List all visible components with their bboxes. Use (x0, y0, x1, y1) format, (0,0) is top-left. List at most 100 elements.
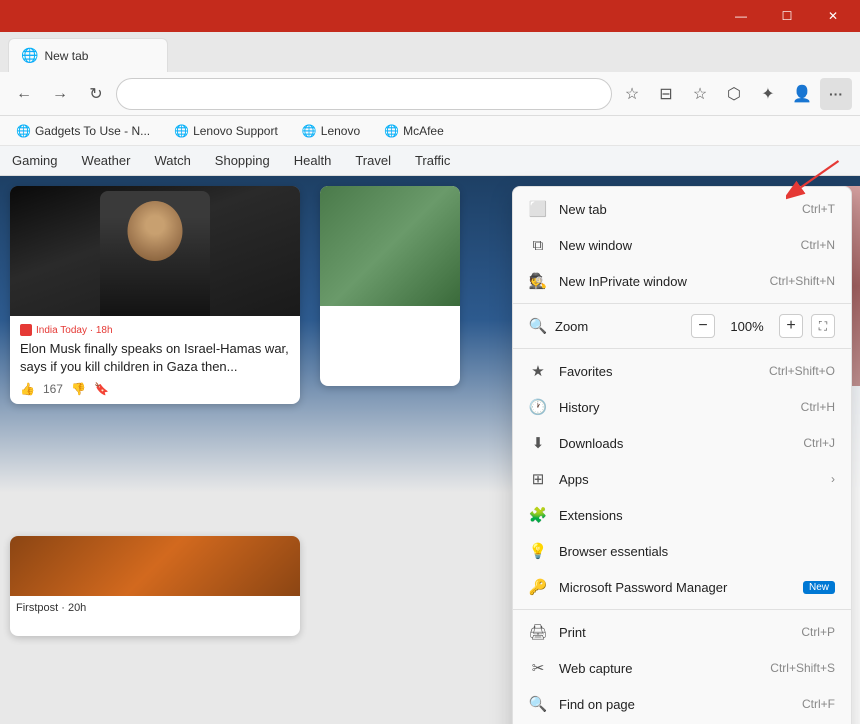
dropdown-menu: ⬜ New tab Ctrl+T ⧉ New window Ctrl+N 🕵 N… (512, 186, 852, 724)
menu-item-browser-essentials[interactable]: 💡 Browser essentials (513, 533, 851, 569)
like-icon: 👍 (20, 382, 35, 396)
bookmark-lenovo-support[interactable]: 🌐 Lenovo Support (166, 121, 286, 141)
menu-item-web-capture[interactable]: ✂ Web capture Ctrl+Shift+S (513, 650, 851, 686)
nav-travel[interactable]: Travel (353, 149, 393, 172)
shortcut-print: Ctrl+P (801, 625, 835, 639)
shortcut-new-tab: Ctrl+T (802, 202, 835, 216)
menu-item-inprivate[interactable]: 🕵 New InPrivate window Ctrl+Shift+N (513, 263, 851, 299)
nav-shopping[interactable]: Shopping (213, 149, 272, 172)
split-button[interactable]: ⊟ (650, 78, 682, 110)
side-card-body (320, 306, 460, 318)
new-badge: New (803, 581, 835, 594)
apps-arrow: › (831, 472, 835, 486)
news-nav: Gaming Weather Watch Shopping Health Tra… (0, 146, 860, 176)
menu-item-favorites[interactable]: ★ Favorites Ctrl+Shift+O (513, 353, 851, 389)
menu-item-password-manager[interactable]: 🔑 Microsoft Password Manager New (513, 569, 851, 605)
news-card-bottom[interactable]: Firstpost · 20h (10, 536, 300, 636)
zoom-value: 100% (723, 319, 771, 334)
divider-1 (513, 303, 851, 304)
divider-3 (513, 609, 851, 610)
menu-item-find[interactable]: 🔍 Find on page Ctrl+F (513, 686, 851, 722)
news-source: India Today · 18h (20, 324, 290, 336)
bookmark-icon: 🌐 (302, 124, 317, 138)
zoom-increase-button[interactable]: + (779, 314, 803, 338)
menu-label-print: Print (559, 625, 789, 640)
toolbar: ← → ↻ ☆ ⊟ ☆ ⬡ ✦ 👤 ··· (0, 72, 860, 116)
menu-label-web-capture: Web capture (559, 661, 758, 676)
bookmark-label: McAfee (403, 124, 444, 138)
shortcut-favorites: Ctrl+Shift+O (769, 364, 835, 378)
web-capture-icon: ✂ (529, 659, 547, 677)
like-count: 167 (43, 382, 63, 396)
dislike-icon: 👎 (71, 382, 86, 396)
apps-icon: ⊞ (529, 470, 547, 488)
favorites-button[interactable]: ☆ (684, 78, 716, 110)
nav-gaming[interactable]: Gaming (10, 149, 60, 172)
address-bar[interactable] (116, 78, 612, 110)
shortcut-find: Ctrl+F (802, 697, 835, 711)
active-tab[interactable]: 🌐 New tab (8, 38, 168, 72)
minimize-button[interactable]: — (718, 0, 764, 32)
bookmark-label: Lenovo Support (193, 124, 278, 138)
password-manager-icon: 🔑 (529, 578, 547, 596)
side-card-image (320, 186, 460, 306)
news-card2-image (10, 536, 300, 596)
bookmark-icon: 🌐 (384, 124, 399, 138)
new-window-icon: ⧉ (529, 236, 547, 254)
browser-essentials-icon: 💡 (529, 542, 547, 560)
refresh-button[interactable]: ↻ (80, 78, 112, 110)
news-card-elon[interactable]: India Today · 18h Elon Musk finally spea… (10, 186, 300, 404)
nav-traffic[interactable]: Traffic (413, 149, 452, 172)
menu-label-password-manager: Microsoft Password Manager (559, 580, 787, 595)
favorites-icon: ★ (529, 362, 547, 380)
shortcut-inprivate: Ctrl+Shift+N (770, 274, 835, 288)
close-button[interactable]: ✕ (810, 0, 856, 32)
menu-label-inprivate: New InPrivate window (559, 274, 758, 289)
menu-label-new-tab: New tab (559, 202, 790, 217)
bookmark-icon: 🌐 (174, 124, 189, 138)
menu-item-apps[interactable]: ⊞ Apps › (513, 461, 851, 497)
bookmark-label: Lenovo (321, 124, 360, 138)
news-card-image (10, 186, 300, 316)
side-card[interactable] (320, 186, 460, 386)
forward-button[interactable]: → (44, 78, 76, 110)
nav-weather[interactable]: Weather (80, 149, 133, 172)
shortcut-new-window: Ctrl+N (801, 238, 835, 252)
profile-button[interactable]: 👤 (786, 78, 818, 110)
menu-label-downloads: Downloads (559, 436, 791, 451)
zoom-label: Zoom (555, 319, 683, 334)
content-area: Gaming Weather Watch Shopping Health Tra… (0, 146, 860, 724)
zoom-expand-button[interactable]: ⛶ (811, 314, 835, 338)
bookmark-gadgets[interactable]: 🌐 Gadgets To Use - N... (8, 121, 158, 141)
bookmark-icon: 🌐 (16, 124, 31, 138)
zoom-icon: 🔍 (529, 317, 547, 335)
nav-watch[interactable]: Watch (152, 149, 192, 172)
zoom-decrease-button[interactable]: − (691, 314, 715, 338)
bookmark-mcafee[interactable]: 🌐 McAfee (376, 121, 452, 141)
menu-item-print[interactable]: 🖨 Print Ctrl+P (513, 614, 851, 650)
tab-icon: 🌐 (21, 47, 38, 64)
back-button[interactable]: ← (8, 78, 40, 110)
inprivate-icon: 🕵 (529, 272, 547, 290)
maximize-button[interactable]: ☐ (764, 0, 810, 32)
more-button[interactable]: ··· (820, 78, 852, 110)
collections-button[interactable]: ⬡ (718, 78, 750, 110)
title-bar: — ☐ ✕ (0, 0, 860, 32)
divider-2 (513, 348, 851, 349)
menu-item-new-window[interactable]: ⧉ New window Ctrl+N (513, 227, 851, 263)
shortcut-web-capture: Ctrl+Shift+S (770, 661, 835, 675)
menu-item-extensions[interactable]: 🧩 Extensions (513, 497, 851, 533)
bookmark-label: Gadgets To Use - N... (35, 124, 150, 138)
news-card-body: India Today · 18h Elon Musk finally spea… (10, 316, 300, 404)
copilot-button[interactable]: ✦ (752, 78, 784, 110)
star-button[interactable]: ☆ (616, 78, 648, 110)
bookmark-lenovo[interactable]: 🌐 Lenovo (294, 121, 368, 141)
menu-item-history[interactable]: 🕐 History Ctrl+H (513, 389, 851, 425)
menu-item-downloads[interactable]: ⬇ Downloads Ctrl+J (513, 425, 851, 461)
menu-label-apps: Apps (559, 472, 819, 487)
new-tab-icon: ⬜ (529, 200, 547, 218)
menu-item-new-tab[interactable]: ⬜ New tab Ctrl+T (513, 191, 851, 227)
nav-health[interactable]: Health (292, 149, 334, 172)
news-title: Elon Musk finally speaks on Israel-Hamas… (20, 340, 290, 376)
history-icon: 🕐 (529, 398, 547, 416)
